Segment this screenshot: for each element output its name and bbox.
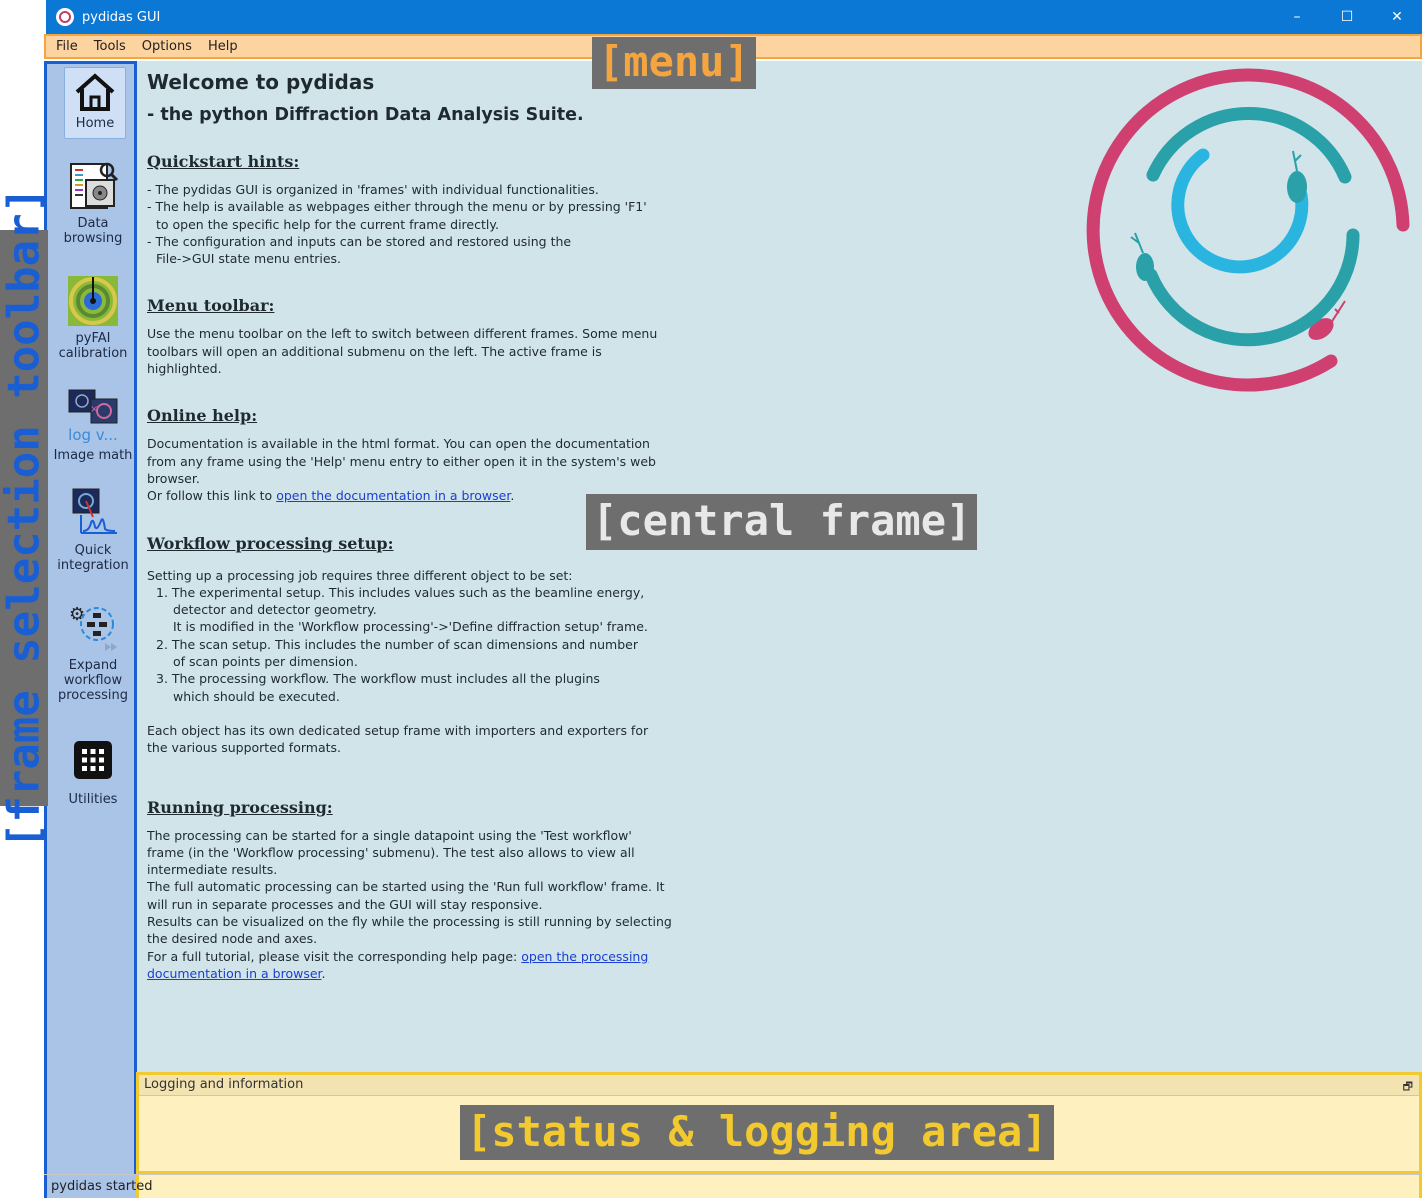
menu-toolbar-line: Use the menu toolbar on the left to swit… xyxy=(147,326,658,342)
pydidas-logo xyxy=(1086,68,1410,392)
quickstart-heading: Quickstart hints: xyxy=(147,152,300,171)
running-line: the desired node and axes. xyxy=(147,931,318,947)
toolbar-utilities-label: Utilities xyxy=(68,792,118,807)
svg-text:⚙: ⚙ xyxy=(69,604,85,625)
workflow-setup-item: 1. The experimental setup. This includes… xyxy=(156,584,645,600)
toolbar-home[interactable]: Home xyxy=(64,67,126,139)
workflow-setup-item: 2. The scan setup. This includes the num… xyxy=(156,636,638,652)
processing-documentation-link-cont[interactable]: documentation in a browser xyxy=(147,966,322,981)
page-subtitle: - the python Diffraction Data Analysis S… xyxy=(147,105,584,125)
toolbar-workflow-processing-label: Expand workflow processing xyxy=(57,658,129,703)
quickstart-line: - The help is available as webpages eith… xyxy=(147,199,647,215)
pydidas-app-icon xyxy=(56,8,74,26)
workflow-setup-outro: Each object has its own dedicated setup … xyxy=(147,722,649,738)
toolbar-home-label: Home xyxy=(75,116,115,131)
frame-selection-toolbar: Home Data browsing pyFAI calibration × l… xyxy=(44,61,137,1198)
toolbar-image-math[interactable]: × log v... Image math xyxy=(51,389,135,463)
status-bar-right xyxy=(136,1175,1422,1198)
quickstart-line: File->GUI state menu entries. xyxy=(156,251,342,267)
close-button[interactable]: ✕ xyxy=(1372,0,1422,34)
menu-toolbar-line: highlighted. xyxy=(147,361,222,377)
workflow-setup-item-cont: which should be executed. xyxy=(173,688,340,704)
window-title: pydidas GUI xyxy=(82,9,161,25)
menu-toolbar-line: toolbars will open an additional submenu… xyxy=(147,343,602,359)
running-line: will run in separate processes and the G… xyxy=(147,896,543,912)
toolbar-annotation-text: [frame selection toolbar] xyxy=(0,186,50,850)
online-help-line: from any frame using the 'Help' menu ent… xyxy=(147,453,656,469)
float-panel-icon[interactable]: 🗗 xyxy=(1403,1077,1413,1097)
running-line: Results can be visualized on the fly whi… xyxy=(147,914,672,930)
quickstart-line: - The configuration and inputs can be st… xyxy=(147,233,572,249)
status-message: pydidas started xyxy=(51,1179,153,1194)
workflow-setup-outro: the various supported formats. xyxy=(147,740,341,756)
menu-annotation: [menu] xyxy=(592,37,756,89)
home-icon xyxy=(75,73,115,111)
window-titlebar: pydidas GUI – ☐ ✕ xyxy=(46,0,1422,34)
logging-header-title: Logging and information xyxy=(144,1077,304,1092)
running-link-suffix: . xyxy=(321,965,326,981)
utilities-grid-icon xyxy=(74,741,112,779)
central-frame: Welcome to pydidas - the python Diffract… xyxy=(137,61,1422,1072)
running-processing-heading: Running processing: xyxy=(147,797,333,817)
running-line: The full automatic processing can be sta… xyxy=(147,879,665,895)
workflow-setup-item-cont: detector and detector geometry. xyxy=(173,602,377,618)
running-link-line: For a full tutorial, please visit the co… xyxy=(147,948,707,965)
quickstart-line: to open the specific help for the curren… xyxy=(156,216,499,232)
online-help-link-suffix: . xyxy=(510,488,515,504)
toolbar-quick-integration[interactable]: Quick integration xyxy=(51,487,135,573)
quick-integration-icon xyxy=(72,488,117,534)
maximize-button[interactable]: ☐ xyxy=(1322,0,1372,34)
workflow-setup-item-cont: of scan points per dimension. xyxy=(173,654,358,670)
image-math-icon-text: log v... xyxy=(68,426,118,444)
workflow-processing-icon: ⚙ xyxy=(69,604,117,651)
workflow-setup-intro: Setting up a processing job requires thr… xyxy=(147,567,573,583)
image-math-icon: × xyxy=(68,389,118,424)
status-bar: pydidas started xyxy=(44,1174,1422,1198)
menu-help[interactable]: Help xyxy=(208,39,238,54)
quickstart-line: - The pydidas GUI is organized in 'frame… xyxy=(147,182,599,197)
running-link-prefix: For a full tutorial, please visit the co… xyxy=(147,948,522,964)
online-help-line: Documentation is available in the html f… xyxy=(147,436,650,452)
online-help-line: browser. xyxy=(147,470,200,486)
pyfai-calibration-icon xyxy=(68,276,118,326)
menu-options[interactable]: Options xyxy=(142,39,192,54)
menu-file[interactable]: File xyxy=(56,39,78,54)
workflow-setup-item-cont: It is modified in the 'Workflow processi… xyxy=(173,619,648,635)
documentation-link[interactable]: open the documentation in a browser xyxy=(276,488,510,503)
toolbar-workflow-processing[interactable]: ⚙ Expand workflow processing xyxy=(51,602,135,703)
toolbar-pyfai-calibration-label: pyFAI calibration xyxy=(58,331,128,361)
toolbar-pyfai-calibration[interactable]: pyFAI calibration xyxy=(51,275,135,361)
menu-tools[interactable]: Tools xyxy=(94,39,126,54)
online-help-link-prefix: Or follow this link to xyxy=(147,488,277,504)
toolbar-image-math-label: Image math xyxy=(53,448,133,463)
logging-annotation: [status & logging area] xyxy=(460,1105,1054,1160)
toolbar-annotation: [frame selection toolbar] xyxy=(0,187,50,849)
running-link-line-2: documentation in a browser. xyxy=(147,965,707,982)
processing-documentation-link[interactable]: open the processing xyxy=(521,949,648,964)
running-line: frame (in the 'Workflow processing' subm… xyxy=(147,844,635,860)
workflow-setup-item: 3. The processing workflow. The workflow… xyxy=(156,671,600,687)
toolbar-quick-integration-label: Quick integration xyxy=(57,543,129,573)
data-browsing-icon xyxy=(70,162,119,209)
central-frame-annotation: [central frame] xyxy=(586,494,978,550)
toolbar-data-browsing[interactable]: Data browsing xyxy=(51,160,135,246)
toolbar-data-browsing-label: Data browsing xyxy=(63,216,123,246)
logging-header: Logging and information 🗗 xyxy=(139,1075,1419,1096)
menu-toolbar-heading: Menu toolbar: xyxy=(147,296,275,316)
minimize-button[interactable]: – xyxy=(1272,0,1322,34)
toolbar-utilities[interactable]: Utilities xyxy=(51,740,135,807)
online-help-heading: Online help: xyxy=(147,406,258,426)
svg-text:×: × xyxy=(90,404,98,415)
running-line: intermediate results. xyxy=(147,862,278,878)
running-line: The processing can be started for a sing… xyxy=(147,827,632,843)
